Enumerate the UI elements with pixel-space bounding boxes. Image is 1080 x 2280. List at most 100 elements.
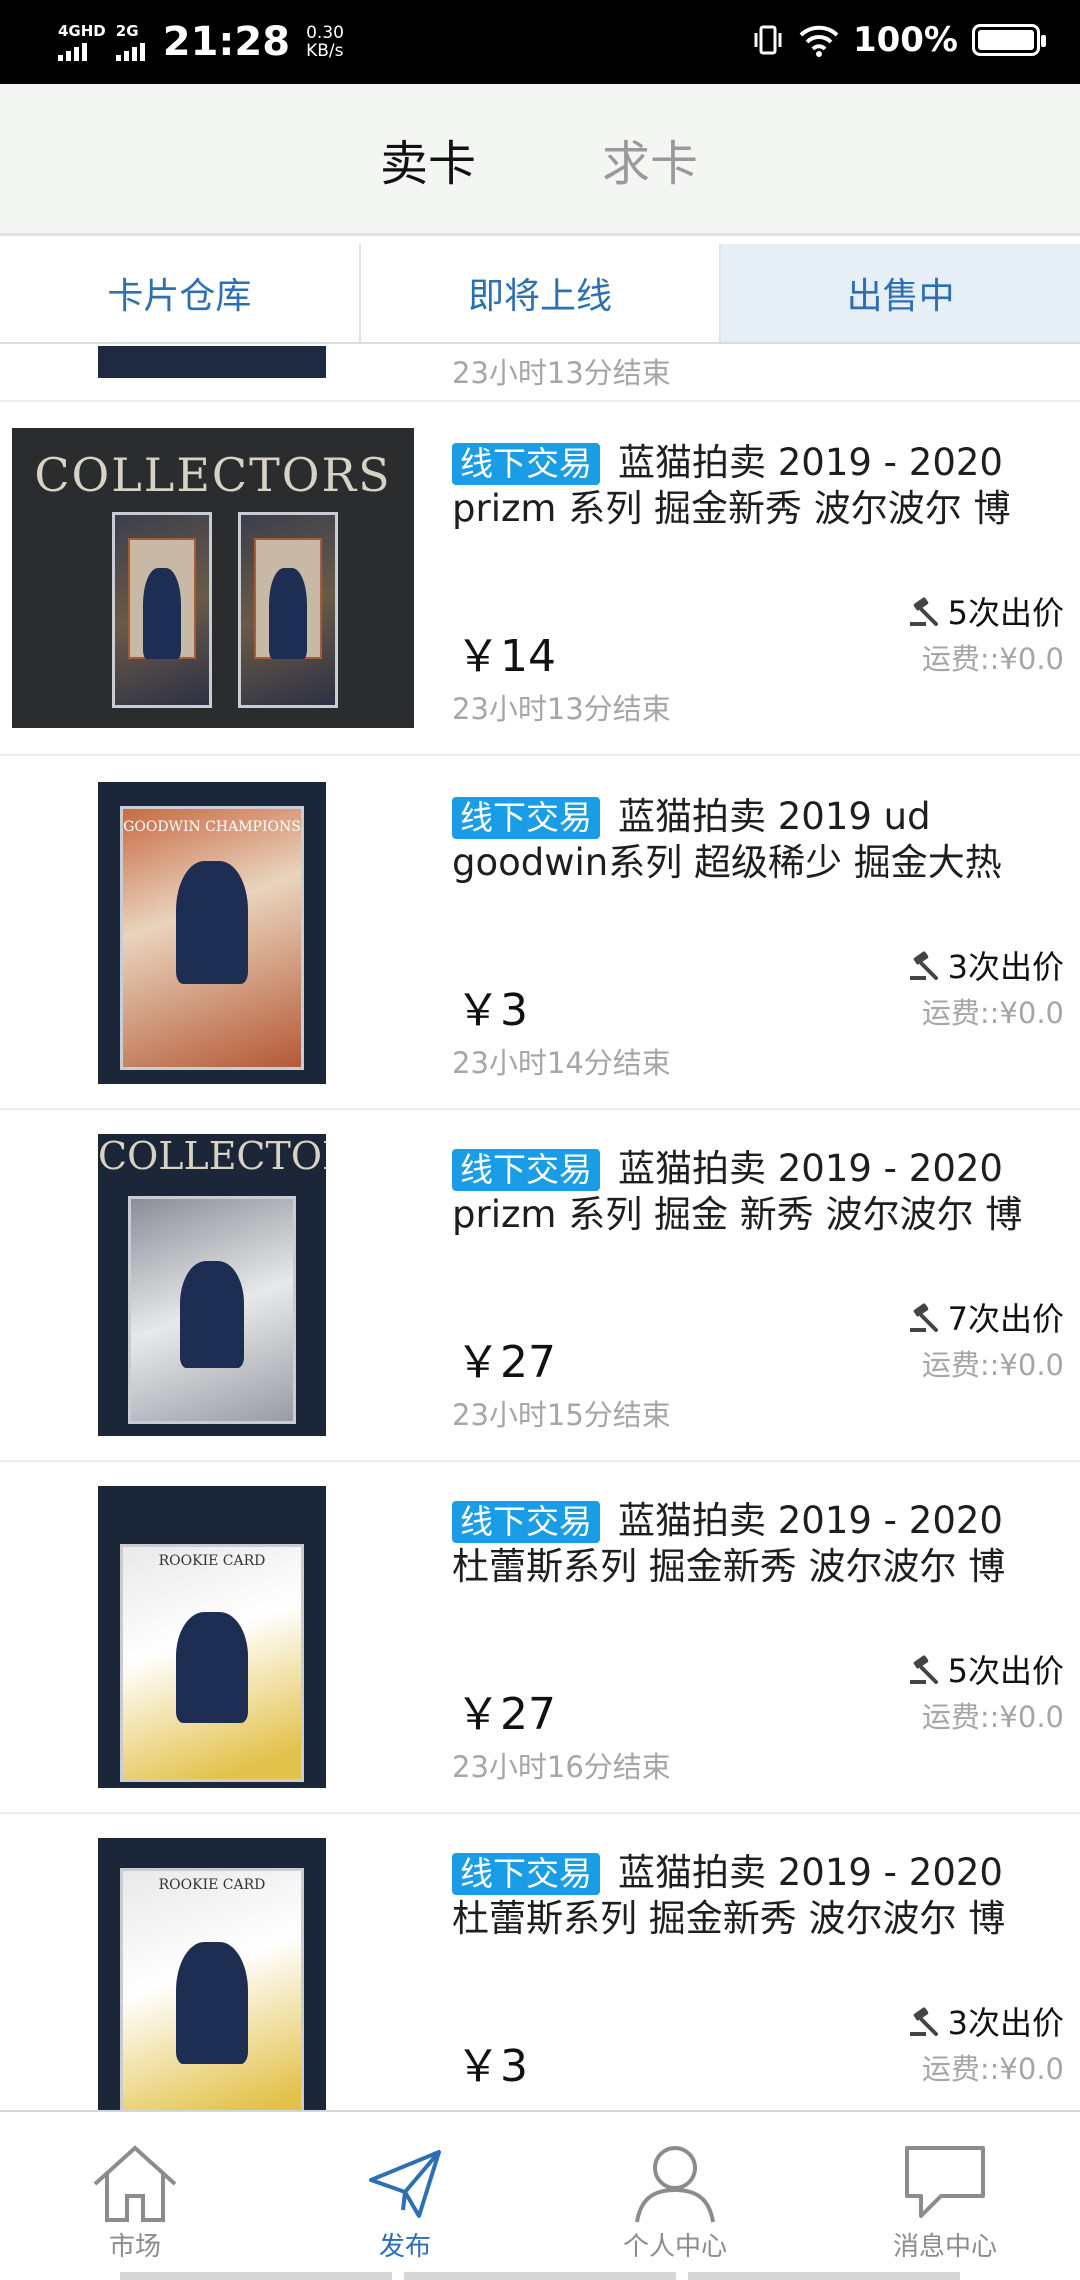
end-time: 23小时13分结束 bbox=[452, 356, 671, 390]
list-item[interactable]: COLLECTORS 线下交易 蓝猫拍卖 2019 - 2020 prizm 系列… bbox=[0, 404, 1080, 756]
title-line-1: 蓝猫拍卖 2019 - 2020 bbox=[618, 441, 1003, 484]
price: ￥3 bbox=[456, 2041, 528, 2092]
shipping-fee: 运费::¥0.0 bbox=[921, 642, 1064, 676]
sim2-label: 2G bbox=[115, 22, 139, 40]
card-image: ROOKIE CARD bbox=[120, 1868, 304, 2110]
end-time: 23小时13分结束 bbox=[452, 692, 671, 726]
title-line-2: prizm 系列 掘金新秀 波尔波尔 博 bbox=[452, 487, 1011, 530]
status-bar: 4GHD 2G 21:28 0.30 KB/s 100% bbox=[0, 0, 1080, 84]
bid-count: 3次出价 bbox=[908, 942, 1064, 988]
nav-profile[interactable]: 个人中心 bbox=[540, 2112, 810, 2280]
offline-trade-tag: 线下交易 bbox=[452, 1149, 600, 1191]
shipping-fee: 运费::¥0.0 bbox=[921, 996, 1064, 1030]
price: ￥27 bbox=[456, 1337, 556, 1388]
card-image: GOODWIN CHAMPIONS bbox=[120, 806, 304, 1070]
sim2-signal: 2G bbox=[115, 22, 145, 61]
title-line-1: 蓝猫拍卖 2019 - 2020 bbox=[618, 1499, 1003, 1542]
bid-count-text: 3次出价 bbox=[947, 2004, 1064, 2042]
card-series-label: GOODWIN CHAMPIONS bbox=[123, 819, 301, 835]
card-image bbox=[112, 512, 212, 708]
bid-count: 5次出价 bbox=[908, 1646, 1064, 1692]
end-time: 23小时14分结束 bbox=[452, 1046, 671, 1080]
card-thumbnail bbox=[98, 346, 326, 378]
nav-profile-label: 个人中心 bbox=[622, 2232, 727, 2262]
bottom-nav: 市场 发布 个人中心 消息中心 bbox=[0, 2110, 1080, 2280]
offline-trade-tag: 线下交易 bbox=[452, 797, 600, 839]
nav-messages-label: 消息中心 bbox=[892, 2232, 997, 2262]
signal-bars-icon bbox=[58, 39, 87, 61]
net-speed: 0.30 KB/s bbox=[306, 24, 344, 60]
list-item[interactable]: ROOKIE CARD 线下交易 蓝猫拍卖 2019 - 2020 杜蕾斯系列 掘… bbox=[0, 1462, 1080, 1814]
list-item[interactable]: COLLECTOR 线下交易 蓝猫拍卖 2019 - 2020 prizm 系列 … bbox=[0, 1110, 1080, 1462]
vibrate-icon bbox=[754, 25, 782, 55]
shipping-fee: 运费::¥0.0 bbox=[921, 1700, 1064, 1734]
status-right: 100% bbox=[751, 20, 1046, 60]
card-image bbox=[128, 1196, 296, 1424]
gavel-icon bbox=[909, 1303, 938, 1332]
card-thumbnail: ROOKIE CARD bbox=[98, 1486, 326, 1788]
status-left: 4GHD 2G 21:28 0.30 KB/s bbox=[58, 18, 344, 66]
battery-percent: 100% bbox=[852, 20, 958, 60]
end-time: 23小时16分结束 bbox=[452, 1750, 671, 1784]
nav-publish[interactable]: 发布 bbox=[270, 2112, 540, 2280]
nav-messages[interactable]: 消息中心 bbox=[810, 2112, 1080, 2280]
sub-tab-bar: 卡片仓库 即将上线 出售中 bbox=[0, 244, 1080, 344]
clock: 21:28 bbox=[162, 19, 291, 65]
album-label: COLLECTORS bbox=[34, 448, 392, 502]
bid-count-text: 7次出价 bbox=[947, 1300, 1064, 1338]
tab-sell-card[interactable]: 卖卡 bbox=[380, 124, 476, 194]
wifi-icon bbox=[799, 25, 839, 57]
card-series-label: ROOKIE CARD bbox=[158, 1553, 266, 1569]
title-line-1: 蓝猫拍卖 2019 ud bbox=[618, 795, 931, 838]
subtab-on-sale[interactable]: 出售中 bbox=[721, 244, 1080, 342]
offline-trade-tag: 线下交易 bbox=[452, 1853, 600, 1895]
card-series-label: ROOKIE CARD bbox=[158, 1877, 266, 1893]
price: ￥27 bbox=[456, 1689, 556, 1740]
card-image bbox=[238, 512, 338, 708]
title-line-2: 杜蕾斯系列 掘金新秀 波尔波尔 博 bbox=[452, 1897, 1006, 1940]
subtab-coming-soon[interactable]: 即将上线 bbox=[361, 244, 722, 342]
listing-title: 线下交易 蓝猫拍卖 2019 - 2020 prizm 系列 掘金新秀 波尔波尔 … bbox=[452, 440, 1052, 532]
card-thumbnail: ROOKIE CARD bbox=[98, 1838, 326, 2110]
battery-icon bbox=[972, 24, 1046, 56]
home-indicator bbox=[0, 2272, 1080, 2280]
list-item-partial[interactable]: 23小时13分结束 bbox=[0, 346, 1080, 402]
gavel-icon bbox=[909, 1655, 938, 1684]
shipping-fee: 运费::¥0.0 bbox=[921, 2052, 1064, 2086]
person-icon bbox=[635, 2146, 715, 2223]
album-label: COLLECTOR bbox=[98, 1134, 326, 1178]
listing-title: 线下交易 蓝猫拍卖 2019 - 2020 prizm 系列 掘金 新秀 波尔波尔… bbox=[452, 1146, 1052, 1238]
net-speed-value: 0.30 bbox=[306, 23, 344, 43]
net-speed-unit: KB/s bbox=[306, 41, 344, 61]
bid-count-text: 5次出价 bbox=[947, 594, 1064, 632]
bid-count: 3次出价 bbox=[908, 1998, 1064, 2044]
subtab-card-warehouse[interactable]: 卡片仓库 bbox=[0, 244, 361, 342]
sim1-label: 4GHD bbox=[58, 22, 106, 40]
tab-want-card[interactable]: 求卡 bbox=[602, 124, 698, 194]
bid-count-text: 3次出价 bbox=[947, 948, 1064, 986]
top-tab-header: 卖卡 求卡 bbox=[0, 84, 1080, 236]
list-item[interactable]: GOODWIN CHAMPIONS 线下交易 蓝猫拍卖 2019 ud goodw… bbox=[0, 758, 1080, 1110]
title-line-1: 蓝猫拍卖 2019 - 2020 bbox=[618, 1851, 1003, 1894]
listing-title: 线下交易 蓝猫拍卖 2019 ud goodwin系列 超级稀少 掘金大热 bbox=[452, 794, 1052, 886]
listing-list[interactable]: 23小时13分结束 COLLECTORS 线下交易 蓝猫拍卖 2019 - 202… bbox=[0, 346, 1080, 2110]
sim1-signal: 4GHD bbox=[58, 23, 106, 61]
shipping-fee: 运费::¥0.0 bbox=[921, 1348, 1064, 1382]
nav-market[interactable]: 市场 bbox=[0, 2112, 270, 2280]
card-image: ROOKIE CARD bbox=[120, 1544, 304, 1782]
card-thumbnail: COLLECTORS bbox=[12, 428, 414, 728]
send-icon bbox=[369, 2150, 441, 2218]
end-time: 23小时15分结束 bbox=[452, 1398, 671, 1432]
chat-icon bbox=[905, 2146, 985, 2218]
gavel-icon bbox=[909, 597, 938, 626]
bid-count: 7次出价 bbox=[908, 1294, 1064, 1340]
price: ￥14 bbox=[456, 631, 556, 682]
listing-title: 线下交易 蓝猫拍卖 2019 - 2020 杜蕾斯系列 掘金新秀 波尔波尔 博 bbox=[452, 1498, 1052, 1590]
signal-bars-icon bbox=[115, 39, 145, 61]
list-item[interactable]: ROOKIE CARD 线下交易 蓝猫拍卖 2019 - 2020 杜蕾斯系列 掘… bbox=[0, 1814, 1080, 2110]
listing-title: 线下交易 蓝猫拍卖 2019 - 2020 杜蕾斯系列 掘金新秀 波尔波尔 博 bbox=[452, 1850, 1052, 1942]
title-line-2: 杜蕾斯系列 掘金新秀 波尔波尔 博 bbox=[452, 1545, 1006, 1588]
title-line-1: 蓝猫拍卖 2019 - 2020 bbox=[618, 1147, 1003, 1190]
nav-market-label: 市场 bbox=[108, 2232, 161, 2262]
price: ￥3 bbox=[456, 985, 528, 1036]
